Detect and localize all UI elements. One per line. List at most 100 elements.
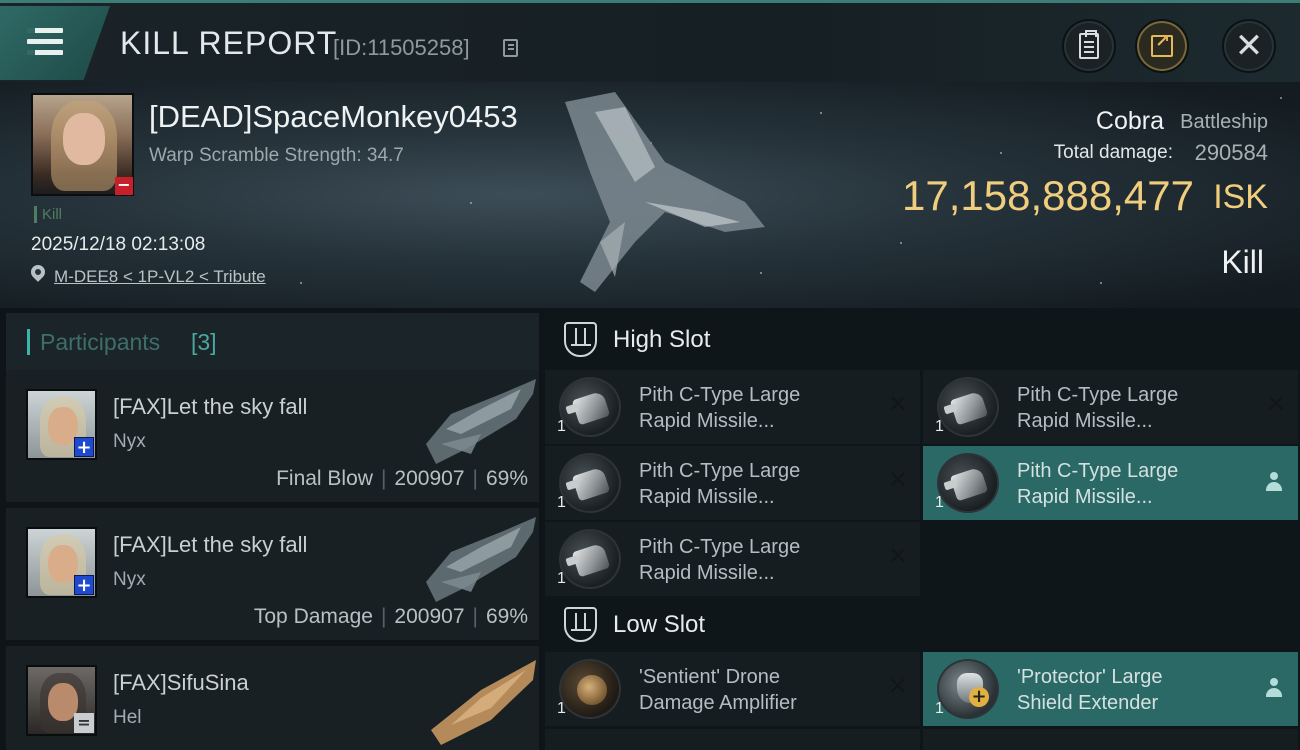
module-item[interactable]: 1 Pith C-Type Large Rapid Missile... ✕ bbox=[545, 446, 920, 520]
share-button[interactable] bbox=[1135, 19, 1189, 73]
victim-name[interactable]: [DEAD]SpaceMonkey0453 bbox=[149, 99, 518, 135]
participant-role: Top Damage bbox=[253, 605, 373, 628]
participant-ship: Hel bbox=[113, 707, 142, 728]
standing-badge: + bbox=[74, 437, 94, 457]
clipboard-icon bbox=[1079, 30, 1099, 59]
high-slot-icon bbox=[564, 322, 597, 357]
module-qty: 1 bbox=[935, 494, 944, 511]
participant-stats: Final Blow | 200907 | 69% bbox=[276, 467, 528, 490]
destroyed-icon: ✕ bbox=[887, 672, 908, 700]
missile-launcher-icon bbox=[937, 377, 999, 437]
module-name: Pith C-Type Large Rapid Missile... bbox=[1017, 384, 1179, 432]
clipboard-button[interactable] bbox=[1062, 19, 1116, 73]
isk-value: 17,158,888,477 bbox=[902, 172, 1194, 219]
close-icon: ✕ bbox=[1234, 26, 1264, 66]
module-item[interactable]: 1 Pith C-Type Large Rapid Missile... ✕ bbox=[545, 522, 920, 596]
high-slot-title: High Slot bbox=[613, 326, 711, 353]
module-name: Pith C-Type Large Rapid Missile... bbox=[639, 384, 801, 432]
participant-ship-image bbox=[426, 517, 536, 602]
participant-percent: 69% bbox=[485, 467, 528, 490]
result-label: Kill bbox=[1221, 244, 1264, 280]
participants-label: Participants bbox=[40, 329, 161, 355]
participant-name: [FAX]Let the sky fall bbox=[113, 532, 308, 557]
participants-panel: Participants [3] + [FAX]Let the sky fall… bbox=[0, 308, 545, 750]
standing-badge: = bbox=[74, 713, 94, 733]
participant-ship-image bbox=[431, 660, 536, 745]
location-link[interactable]: M-DEE8 < 1P-VL2 < Tribute bbox=[54, 267, 266, 287]
participant-ship: Nyx bbox=[113, 569, 146, 590]
participant-percent: 69% bbox=[485, 605, 528, 628]
menu-icon-notch bbox=[27, 50, 35, 55]
ship-name[interactable]: Cobra bbox=[1096, 107, 1164, 136]
close-button[interactable]: ✕ bbox=[1222, 19, 1276, 73]
shield-extender-icon bbox=[937, 659, 999, 719]
participant-name: [FAX]SifuSina bbox=[113, 670, 249, 695]
module-item[interactable]: 1 Pith C-Type Large Rapid Missile... bbox=[923, 446, 1298, 520]
module-name: Pith C-Type Large Rapid Missile... bbox=[639, 536, 801, 584]
menu-button[interactable] bbox=[0, 6, 110, 80]
menu-icon-bar bbox=[27, 39, 63, 44]
module-name: 'Sentient' Drone Damage Amplifier bbox=[639, 666, 797, 714]
total-damage-label: Total damage: bbox=[1053, 142, 1173, 163]
module-item-partial[interactable] bbox=[923, 729, 1298, 750]
module-item[interactable]: 1 Pith C-Type Large Rapid Missile... ✕ bbox=[923, 370, 1298, 444]
module-qty: 1 bbox=[557, 570, 566, 587]
low-slot-title: Low Slot bbox=[613, 611, 706, 638]
total-damage-value: 290584 bbox=[1194, 140, 1268, 165]
ship-class: Battleship bbox=[1180, 111, 1268, 133]
participant-stats: Top Damage | 200907 | 69% bbox=[253, 605, 528, 628]
copy-icon[interactable] bbox=[503, 39, 518, 57]
top-bar: KILL REPORT [ID:11505258] ✕ bbox=[0, 0, 1300, 82]
person-icon bbox=[1266, 678, 1282, 698]
participant-ship-image bbox=[426, 379, 536, 464]
missile-launcher-icon bbox=[937, 453, 999, 513]
participant-ship: Nyx bbox=[113, 431, 146, 452]
report-id: [ID:11505258] bbox=[333, 35, 470, 60]
module-item[interactable]: 1 Pith C-Type Large Rapid Missile... ✕ bbox=[545, 370, 920, 444]
destroyed-icon: ✕ bbox=[887, 390, 908, 418]
high-slot-header[interactable]: High Slot bbox=[545, 308, 1300, 370]
module-name: Pith C-Type Large Rapid Missile... bbox=[639, 460, 801, 508]
destroyed-icon: ✕ bbox=[1265, 390, 1286, 418]
location-pin-icon bbox=[28, 262, 48, 282]
portrait-face bbox=[63, 113, 105, 165]
missile-launcher-icon bbox=[559, 453, 621, 513]
destroyed-icon: ✕ bbox=[887, 466, 908, 494]
warp-scramble: Warp Scramble Strength: 34.7 bbox=[149, 145, 404, 166]
participants-count: [3] bbox=[191, 329, 217, 355]
participant-damage: 200907 bbox=[394, 467, 465, 490]
module-qty: 1 bbox=[935, 700, 944, 717]
module-item[interactable]: 1 'Protector' LargeShield Extender bbox=[923, 652, 1298, 726]
module-qty: 1 bbox=[557, 494, 566, 511]
page-title: KILL REPORT bbox=[120, 25, 338, 61]
module-qty: 1 bbox=[935, 418, 944, 435]
menu-icon-notch bbox=[27, 28, 35, 33]
missile-launcher-icon bbox=[559, 377, 621, 437]
low-slot-header[interactable]: Low Slot bbox=[545, 593, 1300, 655]
module-item-partial[interactable] bbox=[545, 729, 920, 750]
kill-datetime: 2025/12/18 02:13:08 bbox=[31, 234, 206, 255]
person-icon bbox=[1266, 472, 1282, 492]
victim-summary: − [DEAD]SpaceMonkey0453 Warp Scramble St… bbox=[0, 82, 1300, 308]
participant-name: [FAX]Let the sky fall bbox=[113, 394, 308, 419]
standing-badge: − bbox=[115, 177, 133, 195]
missile-launcher-icon bbox=[559, 529, 621, 589]
header-accent-bar bbox=[27, 329, 30, 355]
participant-damage: 200907 bbox=[394, 605, 465, 628]
participant-card[interactable]: = [FAX]SifuSina Hel bbox=[6, 646, 539, 750]
drone-amplifier-icon bbox=[559, 659, 621, 719]
module-qty: 1 bbox=[557, 418, 566, 435]
module-name: 'Protector' Large Shield Extender bbox=[1017, 666, 1163, 714]
kill-tag: Kill bbox=[34, 206, 62, 223]
standing-badge: + bbox=[74, 575, 94, 595]
participant-card[interactable]: + [FAX]Let the sky fall Nyx Top Damage | 2… bbox=[6, 508, 539, 640]
low-slot-icon bbox=[564, 607, 597, 642]
isk-unit: ISK bbox=[1213, 178, 1268, 216]
module-item[interactable]: 1 'Sentient' Drone Damage Amplifier ✕ bbox=[545, 652, 920, 726]
participants-header: Participants [3] bbox=[6, 313, 539, 370]
victim-ship-image bbox=[565, 92, 765, 292]
module-qty: 1 bbox=[557, 700, 566, 717]
module-name: Pith C-Type Large Rapid Missile... bbox=[1017, 460, 1179, 508]
participant-card[interactable]: + [FAX]Let the sky fall Nyx Final Blow | 2… bbox=[6, 370, 539, 502]
share-icon bbox=[1151, 31, 1173, 57]
